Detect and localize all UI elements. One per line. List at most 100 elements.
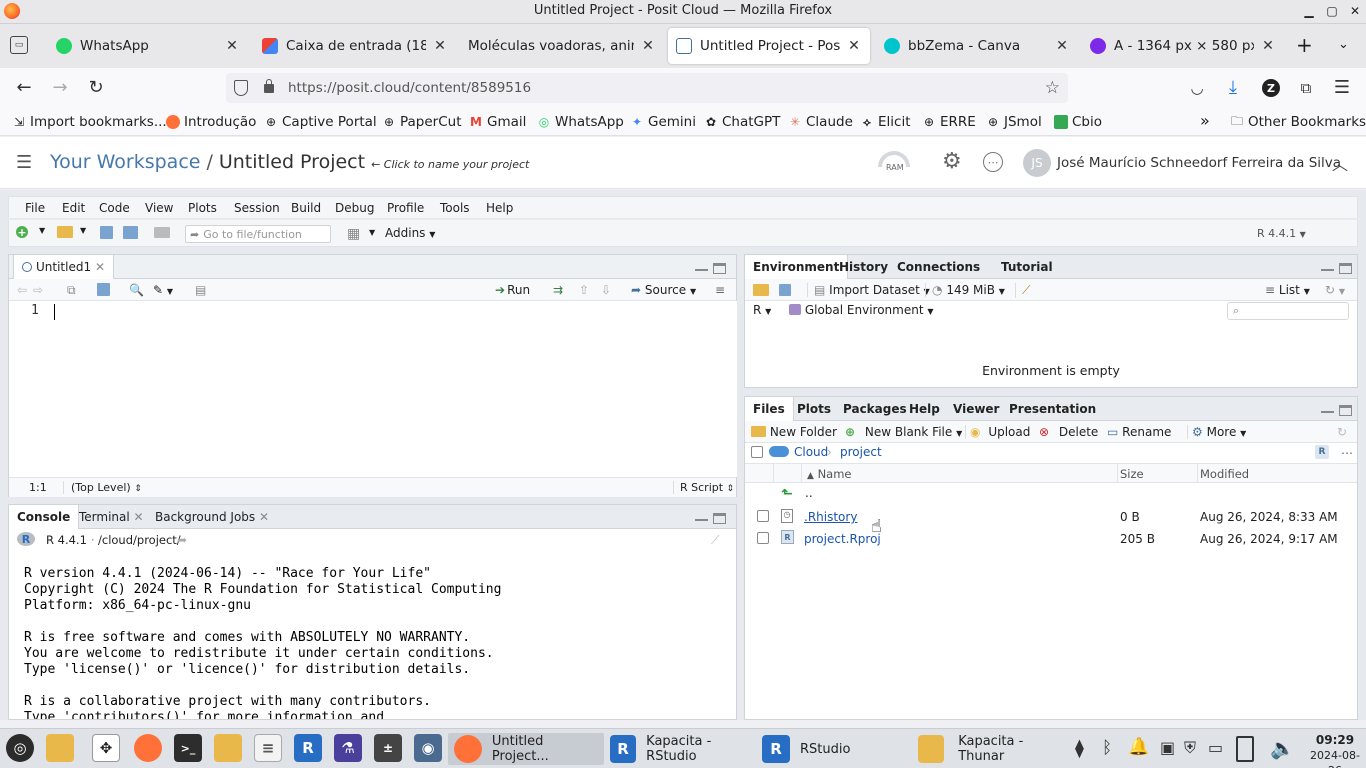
battery-icon[interactable] [1236, 736, 1254, 762]
text-editor-icon[interactable]: ≡ [254, 734, 282, 762]
show-in-window-icon[interactable]: ⧉ [67, 283, 76, 298]
menu-code[interactable]: Code [99, 201, 130, 215]
minimize-pane-icon[interactable] [1321, 269, 1334, 271]
breadcrumb-project[interactable]: project [840, 445, 882, 459]
code-tools-wand-icon[interactable]: ✎ ▼ [153, 283, 173, 297]
bluetooth-icon[interactable]: ᛒ [1102, 738, 1112, 758]
environment-search-input[interactable]: ⌕ [1227, 302, 1349, 320]
close-tab-icon[interactable]: ✕ [134, 510, 144, 524]
minimize-pane-icon[interactable] [1321, 411, 1334, 413]
volume-icon[interactable]: 🔈 [1270, 736, 1295, 760]
menu-build[interactable]: Build [291, 201, 321, 215]
browser-tab-moleculas[interactable]: Moléculas voadoras, animaçõ ✕ [460, 28, 664, 64]
bookmark-elicit[interactable]: ⟡ Elicit [860, 113, 910, 131]
new-tab-button[interactable]: + [1296, 35, 1313, 55]
clock[interactable]: 09:29 2024-08-26 [1308, 733, 1362, 768]
network-icon[interactable]: ⧫ [1075, 738, 1084, 759]
parent-directory-link[interactable]: .. [805, 486, 813, 500]
dropdown-caret-icon[interactable]: ▼ [39, 226, 45, 235]
taskbar-item-thunar[interactable]: Kapacita - Thunar [914, 733, 1066, 765]
clipboard-icon[interactable]: ▣ [1160, 738, 1175, 757]
language-selector[interactable]: R ▼ [753, 303, 771, 317]
delete-button[interactable]: ⊗ Delete [1039, 425, 1098, 439]
bookmark-introducao[interactable]: Introdução [166, 113, 256, 131]
taskbar-item-rstudio[interactable]: R RStudio [760, 733, 910, 765]
rename-button[interactable]: ▭ Rename [1107, 425, 1171, 439]
close-window-button[interactable]: ✕ [1348, 4, 1362, 18]
menu-icon[interactable]: ☰ [1331, 77, 1353, 99]
notification-bell-icon[interactable]: 🔔 [1128, 737, 1149, 757]
tab-plots[interactable]: Plots [789, 397, 839, 421]
dropdown-caret-icon[interactable]: ▼ [80, 226, 86, 235]
save-icon[interactable] [97, 283, 110, 296]
app-menu-icon[interactable]: ◎ [6, 734, 34, 762]
browser-tab-canva[interactable]: bbZema - Canva ✕ [876, 28, 1078, 64]
minimize-window-button[interactable]: ▁ [1302, 4, 1316, 18]
tab-presentation[interactable]: Presentation [1001, 397, 1104, 421]
bookmark-chatgpt[interactable]: ✿ ChatGPT [704, 113, 780, 131]
file-name-link[interactable]: .Rhistory [804, 510, 857, 524]
bookmark-star-icon[interactable]: ☆ [1045, 78, 1060, 98]
go-to-dir-icon[interactable]: ➦ [177, 533, 187, 547]
bookmark-papercut[interactable]: ⊕ PaperCut [382, 113, 462, 131]
menu-help[interactable]: Help [486, 201, 513, 215]
tab-background-jobs[interactable]: Background Jobs ✕ [147, 505, 277, 529]
science-app-icon[interactable]: ⚗ [334, 734, 362, 762]
pane-minmax-controls[interactable] [1321, 263, 1355, 275]
clear-console-broom-icon[interactable]: ⟋ [711, 533, 719, 548]
global-env-selector[interactable]: Global Environment ▼ [789, 303, 934, 317]
shield-icon[interactable] [234, 80, 248, 96]
bookmark-claude[interactable]: ✳ Claude [788, 113, 853, 131]
bookmark-cbio[interactable]: Cbio [1054, 113, 1102, 131]
maximize-pane-icon[interactable] [1339, 263, 1352, 274]
list-all-tabs-icon[interactable]: ⌄ [1338, 37, 1349, 52]
workspace-link[interactable]: Your Workspace [50, 151, 200, 173]
refresh-icon[interactable]: ↻ ▼ [1325, 283, 1345, 297]
import-dataset-button[interactable]: ▤ Import Dataset ▼ [807, 283, 930, 297]
compile-report-icon[interactable]: ▤ [195, 283, 206, 297]
close-tab-icon[interactable]: ✕ [259, 510, 269, 524]
menu-session[interactable]: Session [234, 201, 280, 215]
browser-tab-canva-design[interactable]: A - 1364 px × 580 px ✕ [1082, 28, 1284, 64]
downloads-icon[interactable]: ⤓ [1222, 77, 1244, 99]
avatar[interactable]: JS [1023, 149, 1051, 177]
project-r-icon[interactable]: R [1315, 445, 1329, 459]
tab-history[interactable]: History [831, 255, 896, 279]
save-icon[interactable] [100, 226, 113, 239]
bookmark-gmail[interactable]: M Gmail [469, 113, 526, 131]
browser-tab-gmail[interactable]: Caixa de entrada (18) - jos ✕ [254, 28, 456, 64]
maximize-pane-icon[interactable] [713, 513, 726, 524]
menu-plots[interactable]: Plots [188, 201, 217, 215]
save-all-icon[interactable] [123, 226, 138, 239]
minimize-pane-icon[interactable] [695, 519, 708, 521]
back-icon[interactable]: ⇦ [17, 283, 27, 297]
menu-profile[interactable]: Profile [387, 201, 424, 215]
memory-usage-button[interactable]: ◔ 149 MiB ▼ [925, 283, 1005, 297]
settings-gear-icon[interactable]: ⚙ [942, 149, 962, 174]
screenshot-icon[interactable]: ◉ [414, 734, 442, 762]
browser-tab-posit[interactable]: Untitled Project - Posit Cl ✕ [668, 28, 870, 64]
pocket-icon[interactable]: ◡ [1186, 77, 1208, 99]
r-version-selector[interactable]: R 4.4.1 ▼ [1257, 227, 1306, 240]
tab-connections[interactable]: Connections [889, 255, 988, 279]
tab-viewer[interactable]: Viewer [945, 397, 1007, 421]
go-down-icon[interactable]: ⇩ [601, 283, 611, 297]
rerun-icon[interactable]: ⇉ [553, 283, 563, 297]
hamburger-menu-icon[interactable]: ☰ [16, 152, 32, 173]
close-tab-icon[interactable]: ✕ [640, 38, 656, 54]
file-name-link[interactable]: project.Rproj [804, 532, 881, 546]
extensions-icon[interactable]: ⧉ [1295, 77, 1317, 99]
menu-file[interactable]: File [25, 201, 45, 215]
back-icon[interactable]: ← [13, 77, 35, 99]
upload-button[interactable]: ◉ Upload [965, 425, 1030, 439]
r-launcher-icon[interactable]: R [294, 734, 322, 762]
close-tab-icon[interactable]: ✕ [1054, 38, 1070, 54]
column-name-header[interactable]: ▲ Name [807, 467, 852, 481]
terminal-icon[interactable]: >_ [174, 734, 202, 762]
addins-menu[interactable]: Addins ▼ [385, 226, 435, 240]
forward-icon[interactable]: → [49, 77, 71, 99]
folder-icon[interactable] [214, 734, 242, 762]
security-shield-icon[interactable]: ⛨ [1184, 738, 1196, 758]
reload-icon[interactable]: ↻ [85, 77, 107, 99]
save-workspace-icon[interactable] [779, 284, 791, 296]
